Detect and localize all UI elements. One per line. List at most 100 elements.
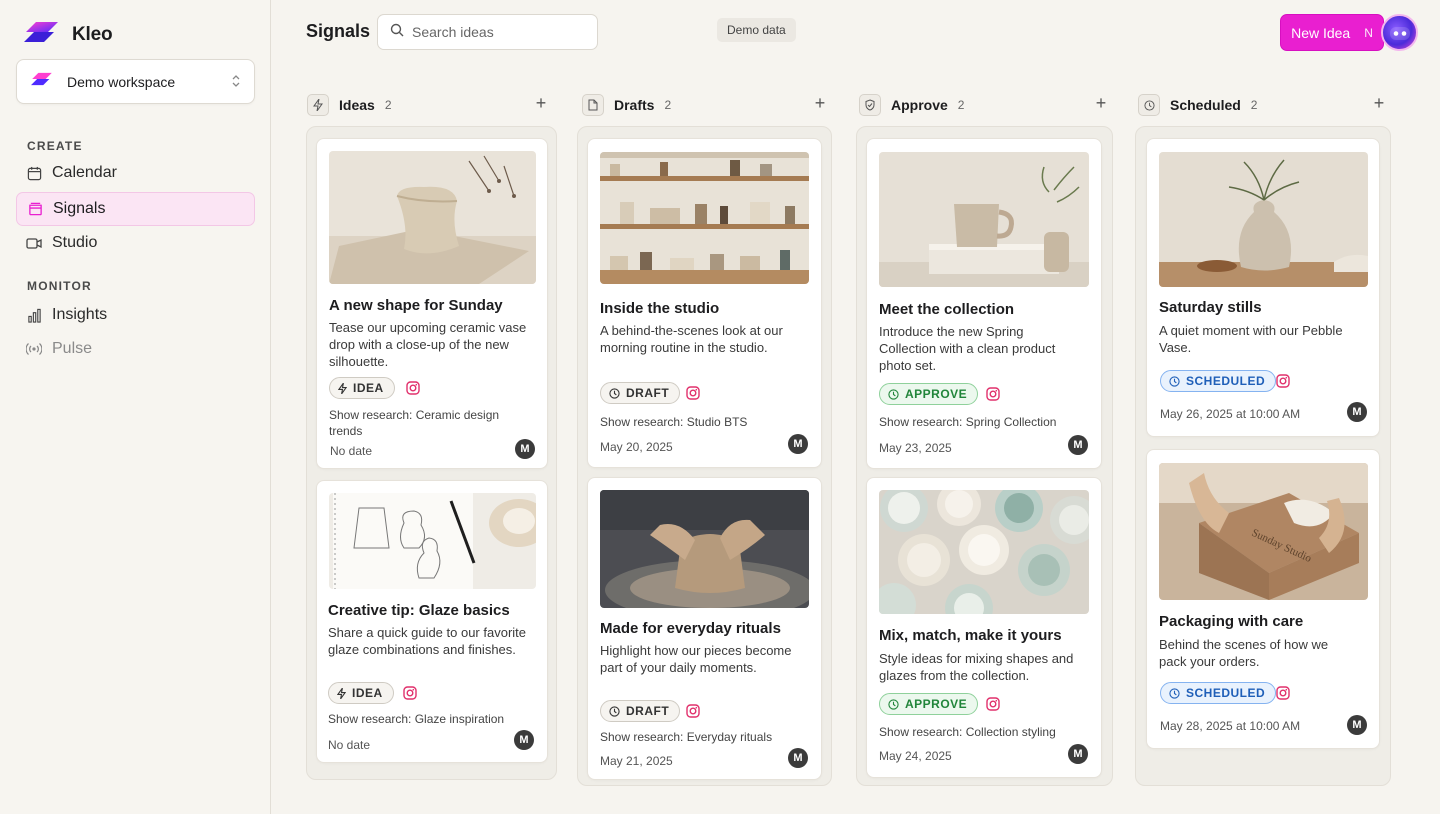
instagram-icon bbox=[1276, 686, 1290, 700]
status-badge-scheduled[interactable]: SCHEDULED bbox=[1160, 370, 1277, 392]
status-badge-draft[interactable]: DRAFT bbox=[600, 700, 681, 722]
content-card[interactable]: Made for everyday rituals Highlight how … bbox=[587, 477, 822, 780]
avatar[interactable]: M bbox=[514, 730, 534, 750]
status-badge-approve[interactable]: APPROVE bbox=[879, 383, 979, 405]
search-input[interactable] bbox=[412, 24, 582, 40]
add-card-button-ideas[interactable]: + bbox=[531, 93, 551, 114]
content-card[interactable]: Inside the studio A behind-the-scenes lo… bbox=[587, 138, 822, 468]
show-research-link[interactable]: Show research: Spring Collection bbox=[879, 414, 1056, 430]
content-card[interactable]: A new shape for Sunday Tease our upcomin… bbox=[316, 138, 548, 469]
bolt-icon bbox=[337, 687, 346, 699]
status-badge-approve[interactable]: APPROVE bbox=[879, 693, 979, 715]
instagram-icon bbox=[1276, 374, 1290, 388]
avatar[interactable]: M bbox=[1068, 744, 1088, 764]
card-date: May 21, 2025 bbox=[600, 754, 673, 768]
instagram-icon bbox=[986, 387, 1000, 401]
sidebar-item-studio[interactable]: Studio bbox=[16, 226, 255, 260]
content-card[interactable]: Sunday Studio Packaging with care Behind… bbox=[1146, 449, 1380, 749]
sidebar-item-insights[interactable]: Insights bbox=[16, 298, 255, 332]
status-badge-idea[interactable]: IDEA bbox=[328, 682, 394, 704]
clock-icon bbox=[609, 705, 620, 717]
avatar[interactable]: M bbox=[788, 748, 808, 768]
sidebar-item-label: Pulse bbox=[52, 340, 93, 357]
add-card-button-approve[interactable]: + bbox=[1091, 93, 1111, 114]
avatar[interactable]: M bbox=[515, 439, 535, 459]
sidebar-item-pulse[interactable]: Pulse bbox=[16, 332, 255, 366]
show-research-link[interactable]: Show research: Ceramic design trends bbox=[329, 407, 529, 439]
status-badge-idea[interactable]: IDEA bbox=[329, 377, 395, 399]
card-title: A new shape for Sunday bbox=[329, 297, 503, 314]
card-image-packaging: Sunday Studio bbox=[1159, 463, 1368, 600]
instagram-icon bbox=[406, 381, 420, 395]
add-card-button-drafts[interactable]: + bbox=[810, 93, 830, 114]
column-count: 2 bbox=[384, 98, 392, 112]
card-description: Style ideas for mixing shapes and glazes… bbox=[879, 651, 1074, 683]
sidebar-item-label: Signals bbox=[53, 200, 106, 217]
sidebar-item-calendar[interactable]: Calendar bbox=[16, 156, 255, 190]
column-title: Ideas bbox=[339, 97, 375, 113]
search-box[interactable] bbox=[377, 14, 598, 50]
clock-icon bbox=[888, 388, 899, 400]
status-badge-draft[interactable]: DRAFT bbox=[600, 382, 681, 404]
clock-icon bbox=[609, 387, 620, 399]
brand-name: Kleo bbox=[72, 23, 113, 45]
show-research-link[interactable]: Show research: Studio BTS bbox=[600, 414, 747, 430]
workspace-logo-icon bbox=[31, 71, 53, 92]
assistant-bot-avatar[interactable] bbox=[1381, 14, 1418, 51]
status-label: DRAFT bbox=[626, 704, 670, 718]
show-research-link[interactable]: Show research: Everyday rituals bbox=[600, 729, 772, 745]
content-card[interactable]: Mix, match, make it yours Style ideas fo… bbox=[866, 477, 1102, 778]
card-date: May 20, 2025 bbox=[600, 440, 673, 454]
column-count: 2 bbox=[957, 98, 965, 112]
avatar[interactable]: M bbox=[1068, 435, 1088, 455]
video-icon bbox=[26, 235, 42, 251]
card-description: Introduce the new Spring Collection with… bbox=[879, 324, 1056, 373]
column-header-approve: Approve 2 bbox=[859, 92, 964, 118]
column-header-scheduled: Scheduled 2 bbox=[1138, 92, 1257, 118]
document-icon bbox=[582, 94, 604, 116]
avatar[interactable]: M bbox=[1347, 715, 1367, 735]
status-label: IDEA bbox=[352, 686, 383, 700]
shield-check-icon bbox=[859, 94, 881, 116]
page-title: Signals bbox=[306, 21, 371, 41]
card-title: Saturday stills bbox=[1159, 299, 1262, 316]
instagram-icon bbox=[986, 697, 1000, 711]
workspace-label: Demo workspace bbox=[67, 73, 176, 90]
add-card-button-scheduled[interactable]: + bbox=[1369, 93, 1389, 114]
card-image-pebble-vase bbox=[1159, 152, 1368, 287]
clock-icon bbox=[1169, 687, 1180, 699]
sidebar-item-signals[interactable]: Signals bbox=[16, 192, 255, 226]
content-card[interactable]: Meet the collection Introduce the new Sp… bbox=[866, 138, 1102, 469]
card-title: Mix, match, make it yours bbox=[879, 627, 1062, 644]
card-title: Packaging with care bbox=[1159, 613, 1304, 630]
new-idea-button[interactable]: New Idea N bbox=[1280, 14, 1384, 51]
show-research-link[interactable]: Show research: Collection styling bbox=[879, 724, 1056, 740]
card-title: Creative tip: Glaze basics bbox=[328, 602, 510, 619]
bolt-icon bbox=[338, 382, 347, 394]
avatar[interactable]: M bbox=[1347, 402, 1367, 422]
bar-chart-icon bbox=[26, 307, 42, 323]
column-header-drafts: Drafts 2 bbox=[582, 92, 671, 118]
section-label-monitor: MONITOR bbox=[27, 279, 92, 293]
column-count: 2 bbox=[664, 98, 672, 112]
robot-icon bbox=[1389, 26, 1410, 40]
status-badge-scheduled[interactable]: SCHEDULED bbox=[1160, 682, 1277, 704]
column-title: Approve bbox=[891, 97, 948, 113]
show-research-link[interactable]: Show research: Glaze inspiration bbox=[328, 711, 504, 727]
card-description: Highlight how our pieces become part of … bbox=[600, 643, 792, 675]
content-card[interactable]: Saturday stills A quiet moment with our … bbox=[1146, 138, 1380, 437]
content-card[interactable]: Creative tip: Glaze basics Share a quick… bbox=[316, 480, 548, 763]
sidebar-item-label: Studio bbox=[52, 234, 98, 251]
sidebar-item-label: Insights bbox=[52, 306, 108, 323]
brand[interactable]: Kleo bbox=[24, 20, 113, 49]
card-date: May 24, 2025 bbox=[879, 749, 952, 763]
card-image-sketch bbox=[329, 493, 536, 589]
avatar[interactable]: M bbox=[788, 434, 808, 454]
card-description: A behind-the-scenes look at our morning … bbox=[600, 323, 783, 355]
workspace-switcher[interactable]: Demo workspace bbox=[16, 59, 255, 104]
shortcut-hint: N bbox=[1364, 25, 1373, 40]
new-idea-label: New Idea bbox=[1291, 24, 1351, 41]
card-image-pottery-wheel bbox=[600, 490, 809, 608]
clock-icon bbox=[888, 698, 899, 710]
card-date: May 28, 2025 at 10:00 AM bbox=[1160, 719, 1301, 733]
